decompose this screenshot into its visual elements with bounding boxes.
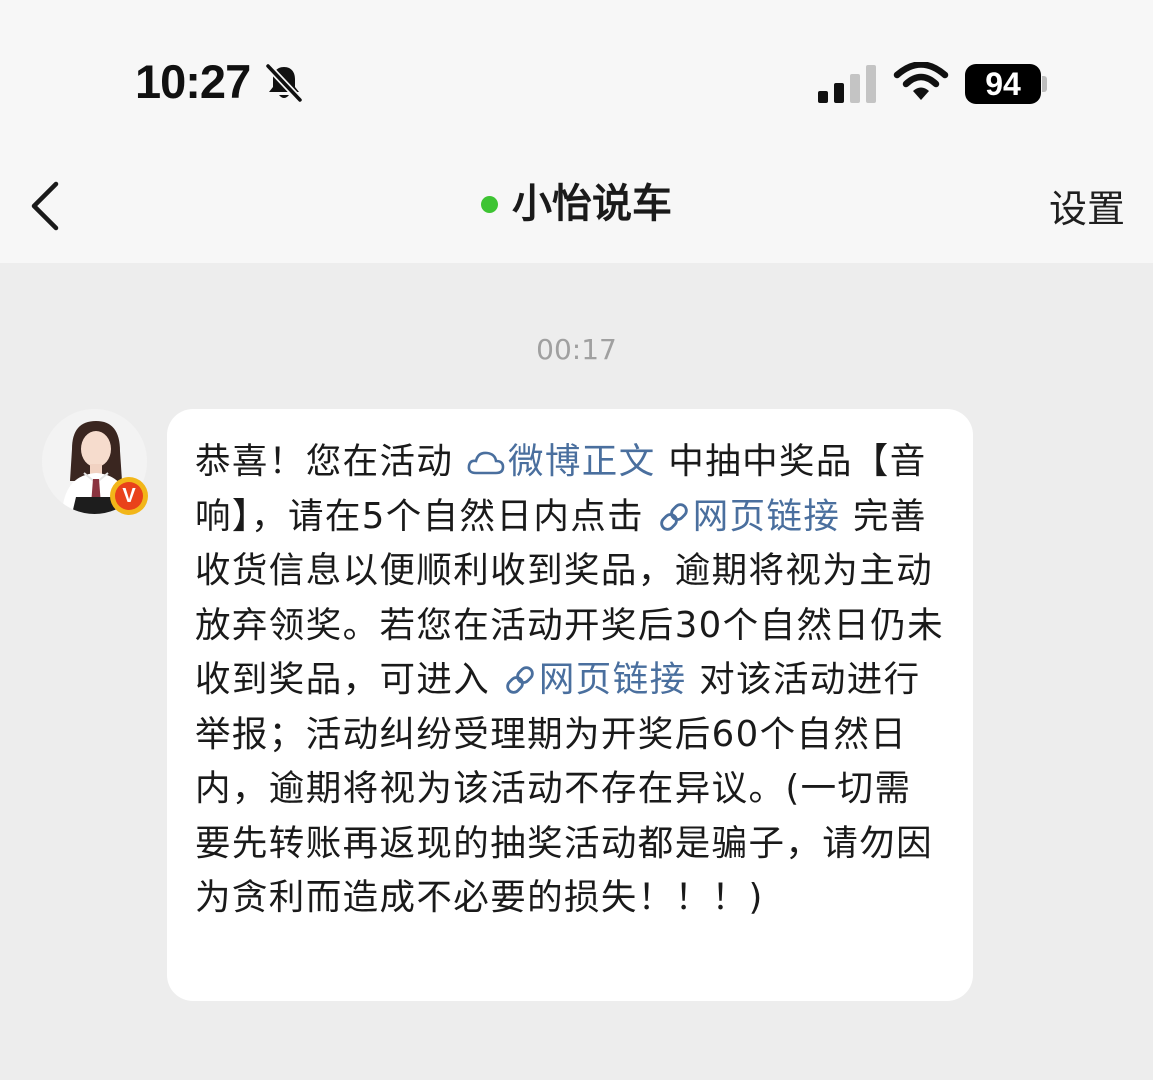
online-status-dot bbox=[481, 195, 498, 213]
battery-level: 94 bbox=[985, 66, 1021, 102]
message-text: 恭喜！您在活动 微博正文 中抽中奖品【音响】，请在5个自然日内点击 网页链接 完… bbox=[195, 435, 945, 926]
settings-button[interactable]: 设置 bbox=[1049, 186, 1125, 232]
weibo-post-link[interactable]: 微博正文 bbox=[466, 441, 656, 482]
web-link-2[interactable]: 网页链接 bbox=[503, 659, 687, 700]
weibo-post-link-label: 微博正文 bbox=[508, 441, 656, 482]
link-icon bbox=[506, 666, 534, 694]
verified-v-letter: V bbox=[115, 482, 143, 510]
chat-title[interactable]: 小怡说车 bbox=[481, 180, 672, 228]
message-part-1: 恭喜！您在活动 bbox=[195, 441, 466, 482]
message-bubble[interactable]: 恭喜！您在活动 微博正文 中抽中奖品【音响】，请在5个自然日内点击 网页链接 完… bbox=[167, 409, 973, 1001]
chat-title-text: 小怡说车 bbox=[512, 181, 672, 227]
nav-bar: 小怡说车 设置 bbox=[0, 150, 1153, 263]
wifi-icon bbox=[893, 62, 949, 100]
nav-title-container: 小怡说车 bbox=[0, 180, 1153, 228]
status-bar: 10:27 94 bbox=[0, 0, 1153, 150]
cloud-icon bbox=[467, 451, 505, 475]
battery-cap bbox=[1042, 76, 1047, 92]
message-timestamp: 00:17 bbox=[536, 333, 617, 366]
battery-indicator: 94 bbox=[965, 64, 1041, 104]
cellular-signal-icon bbox=[818, 65, 876, 103]
status-time: 10:27 bbox=[135, 55, 251, 108]
web-link-1-label: 网页链接 bbox=[692, 495, 841, 537]
link-icon bbox=[659, 502, 688, 531]
bell-slash-icon bbox=[264, 62, 304, 104]
verified-v-badge-icon: V bbox=[110, 477, 148, 515]
back-button[interactable] bbox=[22, 176, 72, 236]
web-link-1[interactable]: 网页链接 bbox=[657, 496, 841, 537]
web-link-2-label: 网页链接 bbox=[538, 659, 687, 700]
